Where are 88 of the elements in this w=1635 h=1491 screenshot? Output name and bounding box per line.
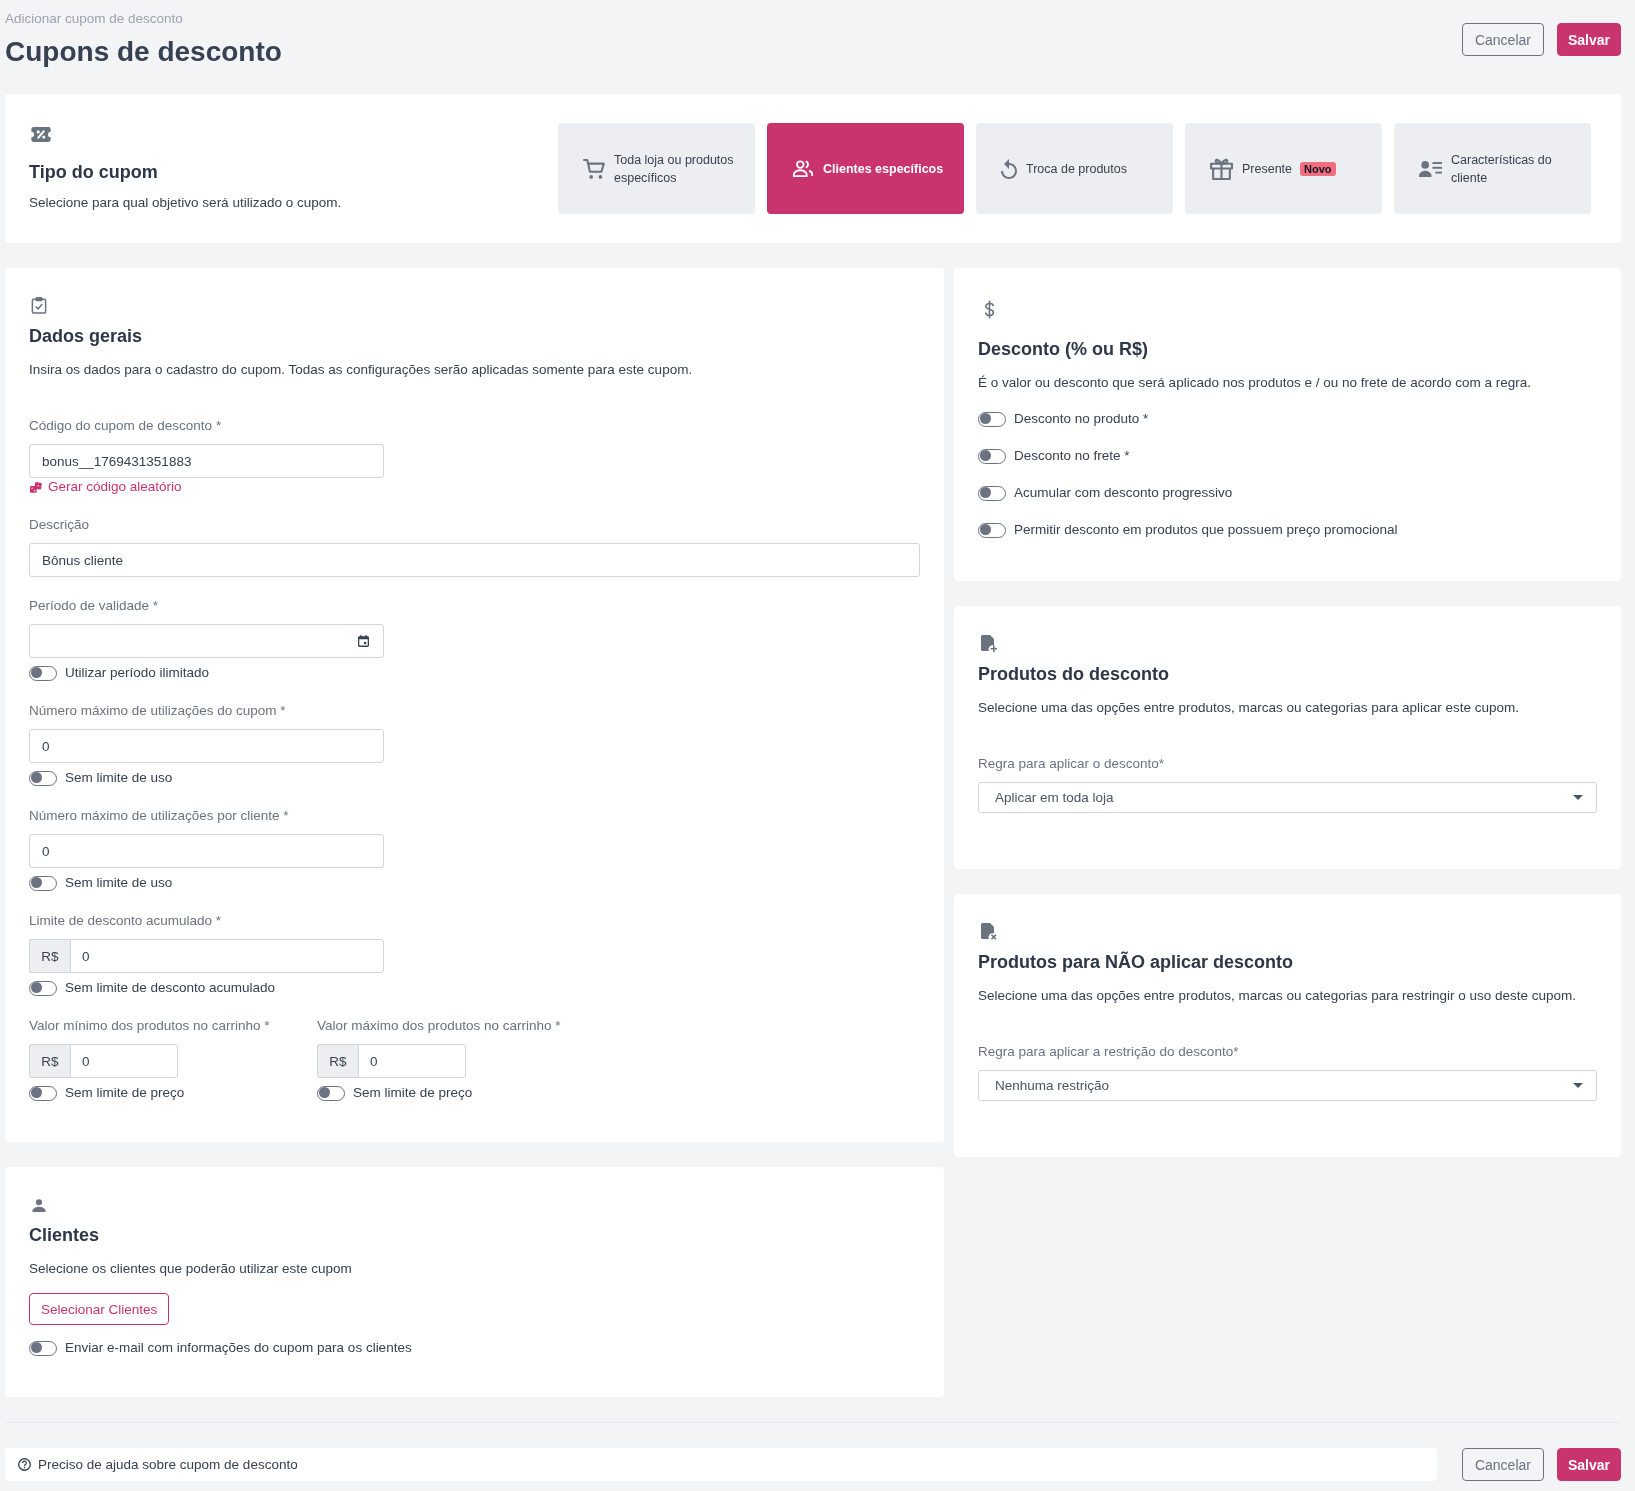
- clipboard-check-icon: [31, 297, 47, 314]
- page-title: Cupons de desconto: [5, 35, 282, 69]
- section-description: Selecione para qual objetivo será utilizado o cupom.: [29, 194, 342, 212]
- coupon-type-option[interactable]: Presente Novo: [1185, 123, 1382, 214]
- gift-icon: [1210, 157, 1233, 180]
- field-label: Valor máximo dos produtos no carrinho *: [317, 1017, 562, 1035]
- toggle-switch[interactable]: [978, 448, 1006, 464]
- amount-input[interactable]: 0: [70, 1044, 178, 1078]
- currency-prefix: R$: [317, 1044, 358, 1078]
- section-title: Produtos do desconto: [978, 663, 1170, 686]
- toggle-switch[interactable]: [29, 875, 57, 891]
- toggle-label: Acumular com desconto progressivo: [1014, 484, 1233, 502]
- section-description: Selecione uma das opções entre produtos, marcas ou categorias para aplicar este cupom.: [978, 699, 1521, 717]
- circular-arrow-icon: [1001, 158, 1017, 179]
- toggle-switch[interactable]: [29, 770, 57, 786]
- person-list-icon: [1419, 160, 1442, 177]
- calendar-icon: [358, 635, 369, 647]
- toggle-label: Sem limite de uso: [65, 874, 173, 892]
- text-input[interactable]: Bônus cliente: [29, 543, 920, 577]
- code-input[interactable]: bonus__1769431351883: [29, 444, 384, 478]
- amount-input[interactable]: 0: [70, 939, 384, 973]
- field-label: Limite de desconto acumulado *: [29, 912, 223, 930]
- toggle-switch[interactable]: [978, 522, 1006, 538]
- toggle-switch[interactable]: [29, 1340, 57, 1356]
- cancel-button[interactable]: Cancelar: [1461, 1448, 1544, 1481]
- toggle-label: Sem limite de preço: [65, 1084, 185, 1102]
- cart-icon: [583, 158, 605, 179]
- number-input[interactable]: 0: [29, 834, 384, 868]
- select-clients-button[interactable]: Selecionar Clientes: [29, 1293, 170, 1325]
- toggle-switch[interactable]: [317, 1085, 345, 1101]
- breadcrumb: Adicionar cupom de desconto: [5, 10, 184, 28]
- help-bar[interactable]: Preciso de ajuda sobre cupom de desconto: [5, 1448, 1437, 1481]
- cancel-button[interactable]: Cancelar: [1461, 23, 1544, 56]
- field-label: Regra para aplicar a restrição do desconto*: [978, 1043, 1240, 1061]
- toggle-label: Utilizar período ilimitado: [65, 664, 210, 682]
- toggle-label: Permitir desconto em produtos que possuem preço promocional: [1014, 521, 1398, 539]
- section-description: Selecione os clientes que poderão utilizar este cupom: [29, 1260, 353, 1278]
- section-title: Dados gerais: [29, 325, 144, 348]
- section-title: Desconto (% ou R$): [978, 338, 1149, 361]
- save-button[interactable]: Salvar: [1556, 23, 1621, 56]
- toggle-label: Sem limite de desconto acumulado: [65, 979, 276, 997]
- number-input[interactable]: 0: [29, 729, 384, 763]
- toggle-label: Sem limite de preço: [353, 1084, 473, 1102]
- coupon-type-option[interactable]: Troca de produtos: [976, 123, 1173, 214]
- help-icon: [18, 1458, 31, 1471]
- field-label: Regra para aplicar o desconto*: [978, 755, 1166, 773]
- section-description: Selecione uma das opções entre produtos, marcas ou categorias para restringir o uso deste cupom.: [978, 987, 1578, 1005]
- toggle-label: Desconto no produto *: [1014, 410, 1149, 428]
- dice-icon: [30, 481, 42, 493]
- field-label: Valor mínimo dos produtos no carrinho *: [29, 1017, 271, 1035]
- rule-select[interactable]: Nenhuma restrição: [978, 1070, 1597, 1101]
- people-icon: [792, 160, 814, 177]
- toggle-label: Sem limite de uso: [65, 769, 173, 787]
- toggle-switch[interactable]: [29, 1085, 57, 1101]
- field-label: Número máximo de utilizações por cliente *: [29, 807, 290, 825]
- amount-input[interactable]: 0: [358, 1044, 466, 1078]
- person-icon: [32, 1199, 46, 1212]
- file-x-icon: [981, 923, 997, 940]
- field-label: Descrição: [29, 516, 91, 534]
- toggle-switch[interactable]: [978, 411, 1006, 427]
- coupon-type-option[interactable]: Características do cliente: [1394, 123, 1591, 214]
- toggle-label: Enviar e-mail com informações do cupom para os clientes: [65, 1339, 412, 1357]
- generate-code-link[interactable]: Gerar código aleatório: [30, 478, 182, 496]
- caret-down-icon: [1573, 1083, 1583, 1088]
- section-description: Insira os dados para o cadastro do cupom. Todas as configurações serão aplicadas somente para este cupom.: [29, 361, 694, 379]
- toggle-switch[interactable]: [29, 980, 57, 996]
- date-input[interactable]: [29, 624, 384, 658]
- section-title: Tipo do cupom: [29, 161, 159, 184]
- section-title: Clientes: [29, 1224, 101, 1247]
- file-plus-icon: [981, 635, 997, 652]
- new-badge: Novo: [1300, 161, 1336, 176]
- save-button[interactable]: Salvar: [1556, 1448, 1621, 1481]
- caret-down-icon: [1573, 795, 1583, 800]
- currency-prefix: R$: [29, 1044, 70, 1078]
- field-label: Período de validade *: [29, 597, 160, 615]
- rule-select[interactable]: Aplicar em toda loja: [978, 782, 1597, 813]
- coupon-type-option[interactable]: Toda loja ou produtos específicos: [558, 123, 755, 214]
- section-title: Produtos para NÃO aplicar desconto: [978, 950, 1295, 974]
- currency-prefix: R$: [29, 939, 70, 973]
- toggle-switch[interactable]: [978, 485, 1006, 501]
- field-label: Número máximo de utilizações do cupom *: [29, 702, 287, 720]
- dollar-icon: [984, 300, 995, 319]
- ticket-percent-icon: [31, 127, 51, 142]
- coupon-type-option[interactable]: Clientes específicos: [767, 123, 964, 214]
- section-description: É o valor ou desconto que será aplicado nos produtos e / ou no frete de acordo com a regra.: [978, 374, 1533, 392]
- toggle-label: Desconto no frete *: [1014, 447, 1130, 465]
- toggle-switch[interactable]: [29, 665, 57, 681]
- field-label: Código do cupom de desconto *: [29, 417, 223, 435]
